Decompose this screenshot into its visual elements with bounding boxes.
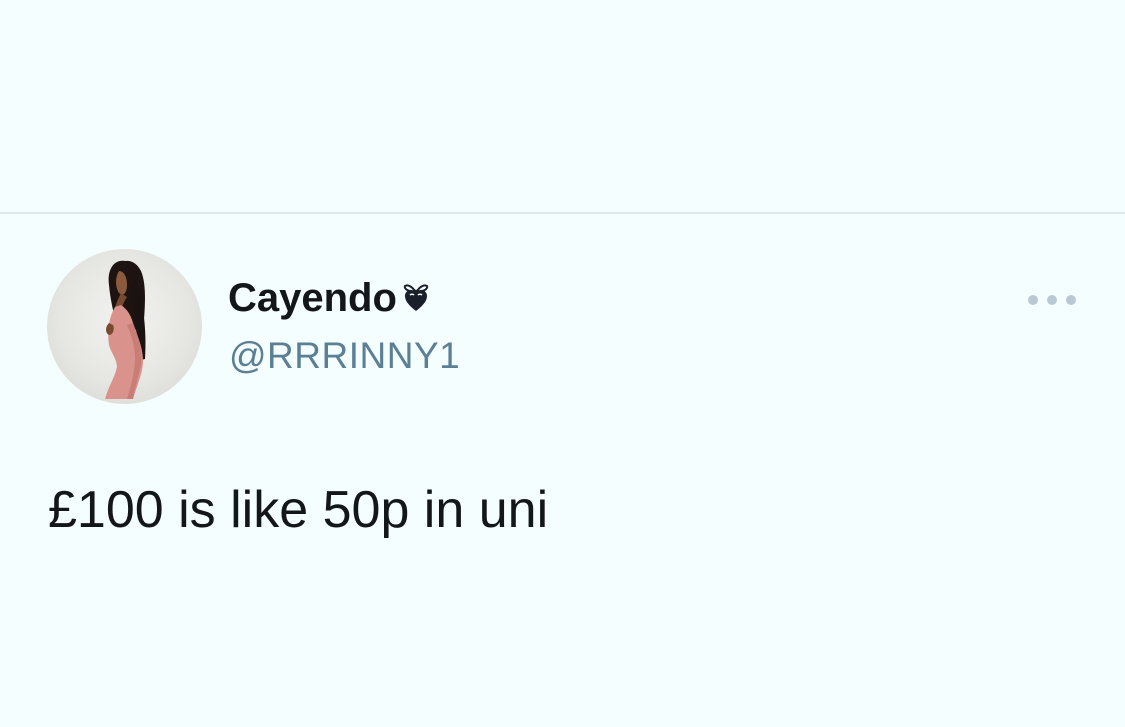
user-handle[interactable]: @RRRINNY1 bbox=[229, 334, 460, 378]
avatar[interactable] bbox=[47, 249, 202, 404]
profile-photo-image bbox=[105, 260, 146, 399]
tweet-card: Cayendo @RRRINNY1 £100 is like 50p in un… bbox=[0, 214, 1125, 727]
display-name[interactable]: Cayendo bbox=[228, 274, 433, 322]
more-options-button[interactable] bbox=[1026, 288, 1078, 312]
more-dots-icon bbox=[1047, 295, 1057, 305]
more-dots-icon bbox=[1028, 295, 1038, 305]
heart-with-bow-icon bbox=[399, 278, 433, 312]
tweet-text: £100 is like 50p in uni bbox=[48, 481, 549, 539]
display-name-text: Cayendo bbox=[228, 276, 397, 320]
top-blank-area bbox=[0, 0, 1125, 212]
more-dots-icon bbox=[1066, 295, 1076, 305]
